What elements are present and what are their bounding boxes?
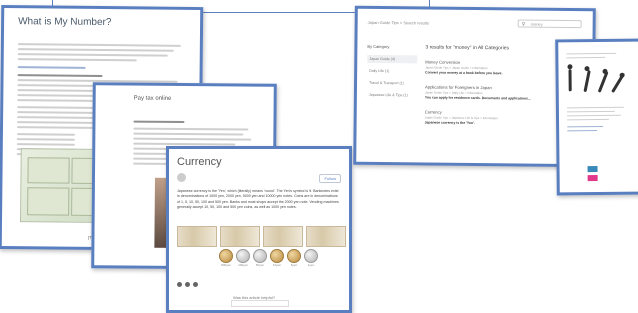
coin-images: [219, 249, 318, 263]
coin-label: 100yen: [238, 263, 248, 267]
coin-image: [253, 249, 267, 263]
badge-images: [587, 166, 598, 184]
page-title: Pay tax online: [133, 95, 172, 102]
badge-image: [587, 166, 598, 173]
coin-label: 5yen: [290, 263, 298, 267]
banknote-image: [220, 226, 260, 247]
category-sidebar: By Category Japan Guide (4) Daily Life (…: [367, 44, 418, 104]
coin-label: 50yen: [255, 263, 265, 267]
card-bowing-guide[interactable]: [555, 38, 638, 196]
badge-image: [587, 175, 598, 182]
follow-button[interactable]: Follow: [319, 174, 341, 183]
coin-labels: 500yen 100yen 50yen 10yen 5yen 1yen: [219, 263, 318, 267]
coin-label: 10yen: [272, 263, 282, 267]
sidebar-heading: By Category: [367, 43, 390, 50]
sidebar-item[interactable]: Japanese Life & Tips (1): [367, 91, 417, 100]
card-currency[interactable]: Currency Follow Japanese currency is the…: [166, 146, 352, 313]
bowing-figures-image: [562, 64, 626, 93]
page-title: What is My Number?: [18, 16, 112, 29]
banknote-images: [177, 226, 346, 247]
coin-image: [236, 249, 250, 263]
coin-label: 500yen: [221, 263, 231, 267]
banknote-image: [177, 226, 217, 247]
article-text-block: [566, 50, 622, 62]
sidebar-item[interactable]: Daily Life (1): [367, 67, 417, 76]
banknote-image: [306, 226, 346, 247]
sidebar-item[interactable]: Japan Guide (4): [367, 54, 418, 64]
coin-image: [219, 249, 233, 263]
article-body: Japanese currency is the 'Yen', which (l…: [177, 189, 339, 210]
coin-image: [304, 249, 318, 263]
facebook-icon[interactable]: [177, 282, 182, 287]
search-input[interactable]: ⚲ money: [517, 19, 582, 29]
article-title: Currency: [177, 156, 222, 168]
coin-image: [270, 249, 284, 263]
coin-image: [287, 249, 301, 263]
helpful-buttons[interactable]: [231, 300, 289, 307]
search-query: money: [530, 21, 543, 27]
breadcrumb[interactable]: Japan Guide Tips > Search results: [368, 20, 429, 26]
coin-label: 1yen: [307, 263, 315, 267]
share-icon[interactable]: [193, 282, 198, 287]
search-icon: ⚲: [521, 21, 526, 28]
banknote-image: [263, 226, 303, 247]
social-share: [177, 282, 198, 287]
avatar: [177, 173, 186, 182]
sidebar-item[interactable]: Travel & Transport (1): [367, 79, 417, 88]
article-text-block: [566, 104, 627, 135]
twitter-icon[interactable]: [185, 282, 190, 287]
